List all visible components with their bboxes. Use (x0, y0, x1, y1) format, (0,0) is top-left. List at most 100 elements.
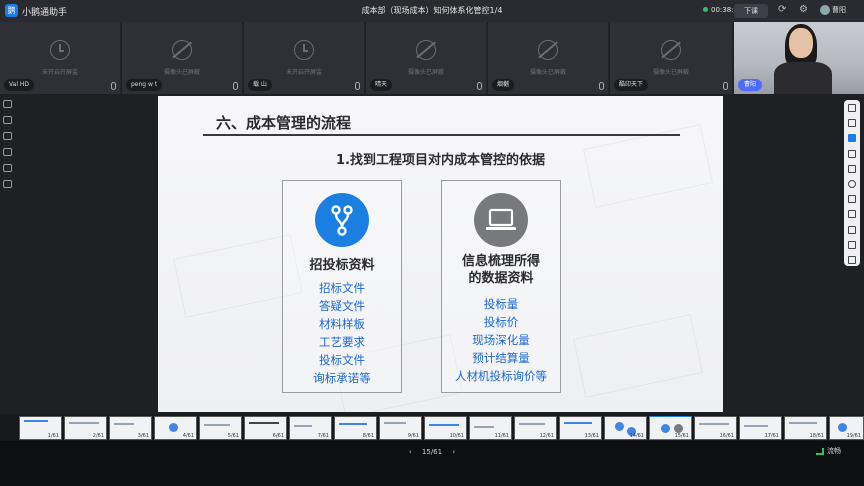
participant-name: peng w t (126, 79, 163, 91)
user-name: 曹阳 (832, 6, 846, 14)
card-title: 信息梳理所得 的数据资料 (442, 253, 560, 287)
slide-thumbnail-strip: 1/61 2/61 3/61 4/61 5/61 6/61 7/61 8/61 … (0, 414, 864, 441)
circle-icon[interactable] (848, 179, 856, 188)
watermark (573, 314, 703, 398)
card-title-line: 的数据资料 (468, 271, 534, 286)
mic-icon (233, 82, 238, 90)
list-item: 投标量 (483, 297, 519, 311)
video-strip: 未开启开屏监 Val HD 摄像头已屏蔽 peng w t 未开启开屏监 载 山… (0, 22, 864, 94)
slide-thumbnail[interactable]: 3/61 (109, 416, 152, 440)
slide-thumbnail[interactable]: 7/61 (289, 416, 332, 440)
palette-icon[interactable] (3, 180, 12, 188)
slide-thumbnail[interactable]: 6/61 (244, 416, 287, 440)
camera-off-icon (416, 40, 436, 60)
highlighter-icon[interactable] (848, 134, 856, 143)
screen-share-icon[interactable] (3, 132, 12, 140)
network-status: 流畅 (816, 446, 841, 456)
rectangle-icon[interactable] (848, 164, 856, 173)
list-item: 投标价 (483, 315, 519, 329)
slide-thumbnail[interactable]: 14/61 (604, 416, 647, 440)
camera-off-icon (172, 40, 192, 60)
list-item: 现场深化量 (472, 333, 530, 347)
slide-thumbnail[interactable]: 9/61 (379, 416, 422, 440)
network-label: 流畅 (827, 447, 841, 455)
list-item: 材料样板 (319, 317, 365, 331)
settings-icon[interactable]: ⚙ (799, 5, 808, 15)
list-item: 招标文件 (319, 281, 365, 295)
page-indicator: 15/61 (421, 448, 443, 456)
bottom-bar: ‹ 15/61 › 流畅 (0, 441, 864, 486)
mic-icon (723, 82, 728, 90)
list-item: 答疑文件 (319, 299, 365, 313)
heading-divider (203, 134, 680, 136)
tile-status: 未开启开屏监 (285, 69, 322, 76)
page-navigator: ‹ 15/61 › (0, 448, 864, 456)
eraser-icon[interactable] (848, 210, 856, 219)
slide-thumbnail[interactable]: 5/61 (199, 416, 242, 440)
slide-heading: 六、成本管理的流程 (216, 114, 352, 132)
card-title: 招投标资料 (309, 258, 375, 273)
list-item: 投标文件 (319, 353, 365, 367)
slide-thumbnail[interactable]: 16/61 (694, 416, 737, 440)
slide-thumbnail-current[interactable]: 15/61 (649, 416, 692, 440)
text-icon[interactable] (848, 195, 856, 204)
image-icon[interactable] (3, 148, 12, 156)
participant-name: Val HD (4, 79, 35, 91)
delete-icon[interactable] (848, 225, 856, 234)
slide-thumbnail[interactable]: 10/61 (424, 416, 467, 440)
participant-tile[interactable]: 摄像头已屏蔽 晴天 (366, 22, 487, 94)
pointer-icon[interactable] (848, 104, 856, 112)
chat-icon[interactable] (3, 100, 12, 108)
laptop-icon (474, 193, 528, 247)
host-video-tile[interactable]: 曹阳 (734, 22, 864, 94)
slide-thumbnail[interactable]: 8/61 (334, 416, 377, 440)
line-icon[interactable] (848, 149, 856, 158)
redo-icon[interactable] (848, 255, 856, 264)
slide-thumbnail[interactable]: 17/61 (739, 416, 782, 440)
prev-page-icon[interactable]: ‹ (409, 448, 412, 456)
clock-icon (294, 40, 314, 60)
camera-off-icon (661, 40, 681, 60)
list-item: 工艺要求 (319, 335, 365, 349)
camera-off-icon (538, 40, 558, 60)
participant-name: 载 山 (248, 79, 272, 91)
next-page-icon[interactable]: › (452, 448, 455, 456)
leave-button[interactable]: 下课 (734, 4, 768, 18)
left-toolbar (3, 100, 15, 196)
card-item-list: 招标文件 答疑文件 材料样板 工艺要求 投标文件 询标承诺等 (283, 279, 401, 387)
file-icon[interactable] (3, 116, 12, 124)
slide-thumbnail[interactable]: 18/61 (784, 416, 827, 440)
card-title-line: 信息梳理所得 (461, 254, 540, 269)
slide-thumbnail[interactable]: 1/61 (19, 416, 62, 440)
tile-status: 摄像头已屏蔽 (529, 69, 566, 76)
participant-tile[interactable]: 摄像头已屏蔽 酷印天下 (610, 22, 733, 94)
tile-status: 摄像头已屏蔽 (652, 69, 689, 76)
host-face (789, 28, 813, 58)
participant-name: 酷印天下 (614, 79, 649, 91)
user-chip[interactable]: 曹阳 (820, 5, 846, 15)
branch-icon (315, 193, 369, 247)
participant-tile[interactable]: 摄像头已屏蔽 烟樾 (488, 22, 609, 94)
tile-status: 摄像头已屏蔽 (163, 69, 200, 76)
drawing-toolbar (844, 100, 860, 266)
list-item: 人材机投标询价等 (455, 369, 547, 383)
slide-thumbnail[interactable]: 12/61 (514, 416, 557, 440)
slide-thumbnail[interactable]: 11/61 (469, 416, 512, 440)
microphone-icon[interactable] (3, 164, 12, 172)
slide-thumbnail[interactable]: 4/61 (154, 416, 197, 440)
data-info-card: 信息梳理所得 的数据资料 投标量 投标价 现场深化量 预计结算量 人材机投标询价… (441, 180, 561, 393)
participant-tile[interactable]: 未开启开屏监 Val HD (0, 22, 121, 94)
pen-icon[interactable] (848, 119, 856, 128)
slide-thumbnail[interactable]: 19/61 (829, 416, 864, 440)
slide-thumbnail[interactable]: 2/61 (64, 416, 107, 440)
mic-icon (111, 82, 116, 90)
participant-name: 晴天 (370, 79, 393, 91)
slide-thumbnail[interactable]: 13/61 (559, 416, 602, 440)
undo-icon[interactable] (848, 240, 856, 249)
participant-tile[interactable]: 未开启开屏监 载 山 (244, 22, 365, 94)
bidding-documents-card: 招投标资料 招标文件 答疑文件 材料样板 工艺要求 投标文件 询标承诺等 (282, 180, 402, 393)
presentation-slide: 六、成本管理的流程 1.找到工程项目对内成本管控的依据 招投标资料 招标文件 答… (158, 96, 723, 412)
participant-tile[interactable]: 摄像头已屏蔽 peng w t (122, 22, 243, 94)
refresh-icon[interactable]: ⟳ (778, 5, 786, 15)
signal-icon (816, 447, 824, 455)
